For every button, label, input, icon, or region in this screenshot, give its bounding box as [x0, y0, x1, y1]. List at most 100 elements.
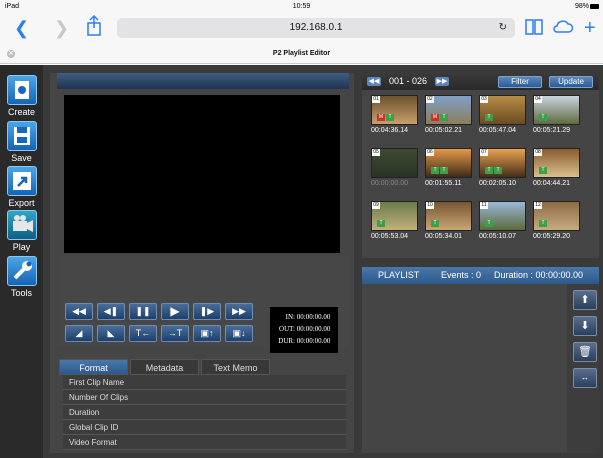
delete-button[interactable]: 🗑 — [573, 342, 597, 362]
clip-badges: T — [539, 158, 548, 176]
playlist-header: PLAYLIST Events : 0 Duration : 00:00:00.… — [362, 267, 599, 284]
dur-label: DUR: — [278, 337, 295, 345]
reload-icon[interactable]: ↻ — [499, 18, 507, 38]
preview-panel: ◀◀ ◀❚ ❚❚ ▶ ❚▶ ▶▶ ◢ ◣ T← →T ▣↑ ▣↓ IN: 00:… — [50, 73, 354, 453]
clip-badges: T — [539, 105, 548, 123]
sidebar-item-tools[interactable]: Tools — [0, 256, 43, 298]
clip-duration: 00:00:00.00 — [371, 180, 408, 187]
move-up-button[interactable]: ⬆ — [573, 290, 597, 310]
playlist-title: PLAYLIST — [378, 270, 420, 280]
clip-thumbnail[interactable]: 04 T 00:05:21.29 — [533, 95, 583, 134]
clip-range: 001 - 026 — [389, 76, 428, 86]
clip-thumbnail[interactable]: 06 T T 00:01:55.11 — [425, 148, 475, 187]
marker-badge: M — [377, 114, 385, 121]
previous-page-icon[interactable]: ◀◀ — [367, 77, 381, 86]
clip-number: 04 — [534, 96, 542, 103]
go-to-start-button[interactable]: ◀◀ — [65, 303, 93, 320]
sidebar-item-save[interactable]: Save — [0, 121, 43, 163]
filter-button[interactable]: Filter — [498, 76, 542, 88]
create-icon — [6, 75, 37, 105]
sidebar-item-play[interactable]: Play — [0, 210, 43, 252]
cloud-tabs-icon[interactable] — [552, 16, 574, 42]
pause-button[interactable]: ❚❚ — [129, 303, 157, 320]
clip-thumbnail[interactable]: 09 T 00:05:53.04 — [371, 201, 421, 240]
back-icon[interactable]: ❮ — [14, 18, 29, 38]
clip-number: 07 — [480, 149, 488, 156]
clip-thumbnail[interactable]: 11 T 00:05:10.07 — [479, 201, 529, 240]
text-memo-badge: T — [485, 167, 493, 174]
close-tab-icon[interactable]: ✕ — [7, 50, 15, 58]
clip-badges: TT — [431, 158, 449, 176]
clip-badges: MT — [377, 105, 395, 123]
trim-icon: ↔ — [581, 373, 589, 382]
clip-thumbnail[interactable]: 08 T 00:04:44.21 — [533, 148, 583, 187]
text-memo-badge: T — [431, 167, 439, 174]
clip-badges: T — [377, 211, 386, 229]
clip-thumbnail[interactable]: 01 M T 00:04:36.14 — [371, 95, 421, 134]
mark-in-button[interactable]: ◢ — [65, 325, 93, 342]
clip-duration: 00:05:29.20 — [533, 233, 570, 240]
clip-thumbnail[interactable]: 10 T 00:05:34.01 — [425, 201, 475, 240]
tab-text-memo[interactable]: Text Memo — [201, 359, 270, 375]
sidebar-label-tools: Tools — [10, 288, 32, 298]
clip-thumbnail[interactable]: 02 M T 00:05:02.21 — [425, 95, 475, 134]
step-back-button[interactable]: ◀❚ — [97, 303, 125, 320]
clip-duration: 00:04:36.14 — [371, 127, 408, 134]
clip-thumbnail[interactable]: 12 T 00:05:29.20 — [533, 201, 583, 240]
url-text: 192.168.0.1 — [289, 22, 343, 33]
save-icon — [6, 121, 37, 151]
move-down-button[interactable]: ⬇ — [573, 316, 597, 336]
go-to-end-button[interactable]: ▶▶ — [225, 303, 253, 320]
battery-percent: 98% — [574, 3, 589, 10]
clip-thumbnail-image: 11 T — [479, 201, 526, 231]
clip-badges: T — [485, 105, 494, 123]
goto-in-button[interactable]: T← — [129, 325, 157, 342]
tab-metadata[interactable]: Metadata — [130, 359, 199, 375]
sidebar-item-create[interactable]: Create — [0, 75, 43, 117]
clip-duration: 00:05:10.07 — [479, 233, 516, 240]
property-first-clip-name: First Clip Name — [63, 375, 346, 390]
text-memo-badge: T — [377, 220, 385, 227]
clip-number: 12 — [534, 202, 542, 209]
playlist-event-list[interactable] — [362, 284, 567, 453]
clip-thumbnail[interactable]: 07 T T 00:02:05.10 — [479, 148, 529, 187]
tab-format[interactable]: Format — [59, 359, 128, 375]
marker-badge: M — [431, 114, 439, 121]
battery-icon — [590, 4, 599, 9]
step-forward-button[interactable]: ❚▶ — [193, 303, 221, 320]
playlist-panel: PLAYLIST Events : 0 Duration : 00:00:00.… — [362, 267, 599, 453]
next-page-icon[interactable]: ▶▶ — [435, 77, 449, 86]
text-memo-badge: T — [386, 114, 394, 121]
clip-duration: 00:02:05.10 — [479, 180, 516, 187]
text-memo-badge: T — [485, 220, 493, 227]
play-button[interactable]: ▶ — [161, 303, 189, 320]
mark-out-button[interactable]: ◣ — [97, 325, 125, 342]
text-memo-badge: T — [440, 114, 448, 121]
sidebar-item-export[interactable]: Export — [0, 166, 43, 208]
clip-thumbnail-image: 07 T T — [479, 148, 526, 178]
clip-thumbnail[interactable]: 03 T 00:05:47.04 — [479, 95, 529, 134]
bookmarks-icon[interactable] — [525, 16, 543, 42]
insert-button[interactable]: ▣↑ — [193, 325, 221, 342]
share-icon[interactable] — [86, 14, 102, 41]
new-tab-icon[interactable]: + — [584, 18, 596, 38]
clip-thumbnail[interactable]: 05 00:00:00.00 — [371, 148, 421, 187]
clip-number: 08 — [534, 149, 542, 156]
text-memo-badge: T — [431, 220, 439, 227]
preview-header — [57, 73, 349, 89]
clip-badges: T — [431, 211, 440, 229]
update-button[interactable]: Update — [549, 76, 593, 88]
tab-bar: ✕ P2 Playlist Editor — [0, 44, 603, 64]
timecode-display: IN: 00:00:00.00 OUT: 00:00:00.00 DUR: 00… — [270, 307, 338, 353]
playlist-tools: ⬆ ⬇ 🗑 ↔ — [567, 284, 599, 453]
clip-duration: 00:01:55.11 — [425, 180, 462, 187]
clip-thumbnail-panel: ◀◀ 001 - 026 ▶▶ Filter Update 01 M T 00:04:… — [362, 73, 599, 258]
forward-icon[interactable]: ❯ — [54, 18, 69, 38]
property-global-clip-id: Global Clip ID — [63, 420, 346, 435]
goto-out-button[interactable]: →T — [161, 325, 189, 342]
text-memo-badge: T — [494, 167, 502, 174]
address-bar[interactable]: 192.168.0.1 ↻ — [117, 18, 515, 38]
append-button[interactable]: ▣↓ — [225, 325, 253, 342]
trim-button[interactable]: ↔ — [573, 368, 597, 388]
move-down-icon: ⬇ — [580, 320, 590, 332]
